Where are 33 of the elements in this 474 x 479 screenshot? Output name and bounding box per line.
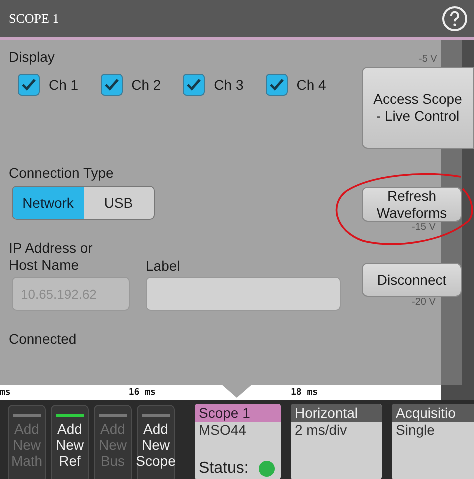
connection-option[interactable]: USB	[84, 187, 154, 219]
add-button[interactable]: Add New Ref	[51, 405, 89, 479]
checkmark-icon	[187, 79, 202, 91]
scale-label: -20 V	[412, 297, 436, 308]
section-label: Display	[9, 49, 56, 65]
connection-option[interactable]: Network	[13, 187, 84, 219]
connection-status: Connected	[9, 331, 78, 347]
add-button[interactable]: Add New Scope	[137, 405, 175, 479]
channel-checkbox[interactable]: Ch 3	[183, 74, 244, 96]
disconnect-button[interactable]: Disconnect	[362, 263, 462, 297]
selection-pointer	[221, 384, 253, 398]
settings-badge[interactable]: Acquisitio Single	[392, 404, 474, 479]
checkmark-icon	[22, 79, 36, 91]
ruler-label: 18 ms	[290, 388, 318, 398]
label-field[interactable]	[146, 277, 341, 311]
channel-checkbox[interactable]: Ch 2	[100, 74, 162, 96]
settings-badge[interactable]: Horizontal 2 ms/div	[291, 404, 382, 479]
refresh-waveforms-button[interactable]: Refresh Waveforms	[362, 187, 462, 222]
ruler-label: ms	[0, 388, 11, 398]
window-title: SCOPE 1	[9, 10, 60, 26]
ruler-label: 16 ms	[128, 388, 156, 398]
checkmark-icon	[104, 79, 119, 91]
checkmark-icon	[270, 79, 284, 91]
access-scope-button[interactable]: Access Scope - Live Control	[362, 67, 474, 149]
scope-badge[interactable]: Scope 1 MSO44 Status:	[195, 404, 281, 479]
channel-checkbox[interactable]: Ch 1	[18, 74, 79, 96]
scale-label: -15 V	[412, 222, 436, 233]
field-label: Label	[146, 258, 182, 274]
section-label: Connection Type	[9, 165, 115, 181]
help-icon[interactable]	[442, 6, 468, 32]
scale-label: -5 V	[419, 54, 438, 65]
field-label: IP Address or Host Name	[9, 240, 94, 274]
channel-checkbox[interactable]: Ch 4	[266, 74, 326, 96]
